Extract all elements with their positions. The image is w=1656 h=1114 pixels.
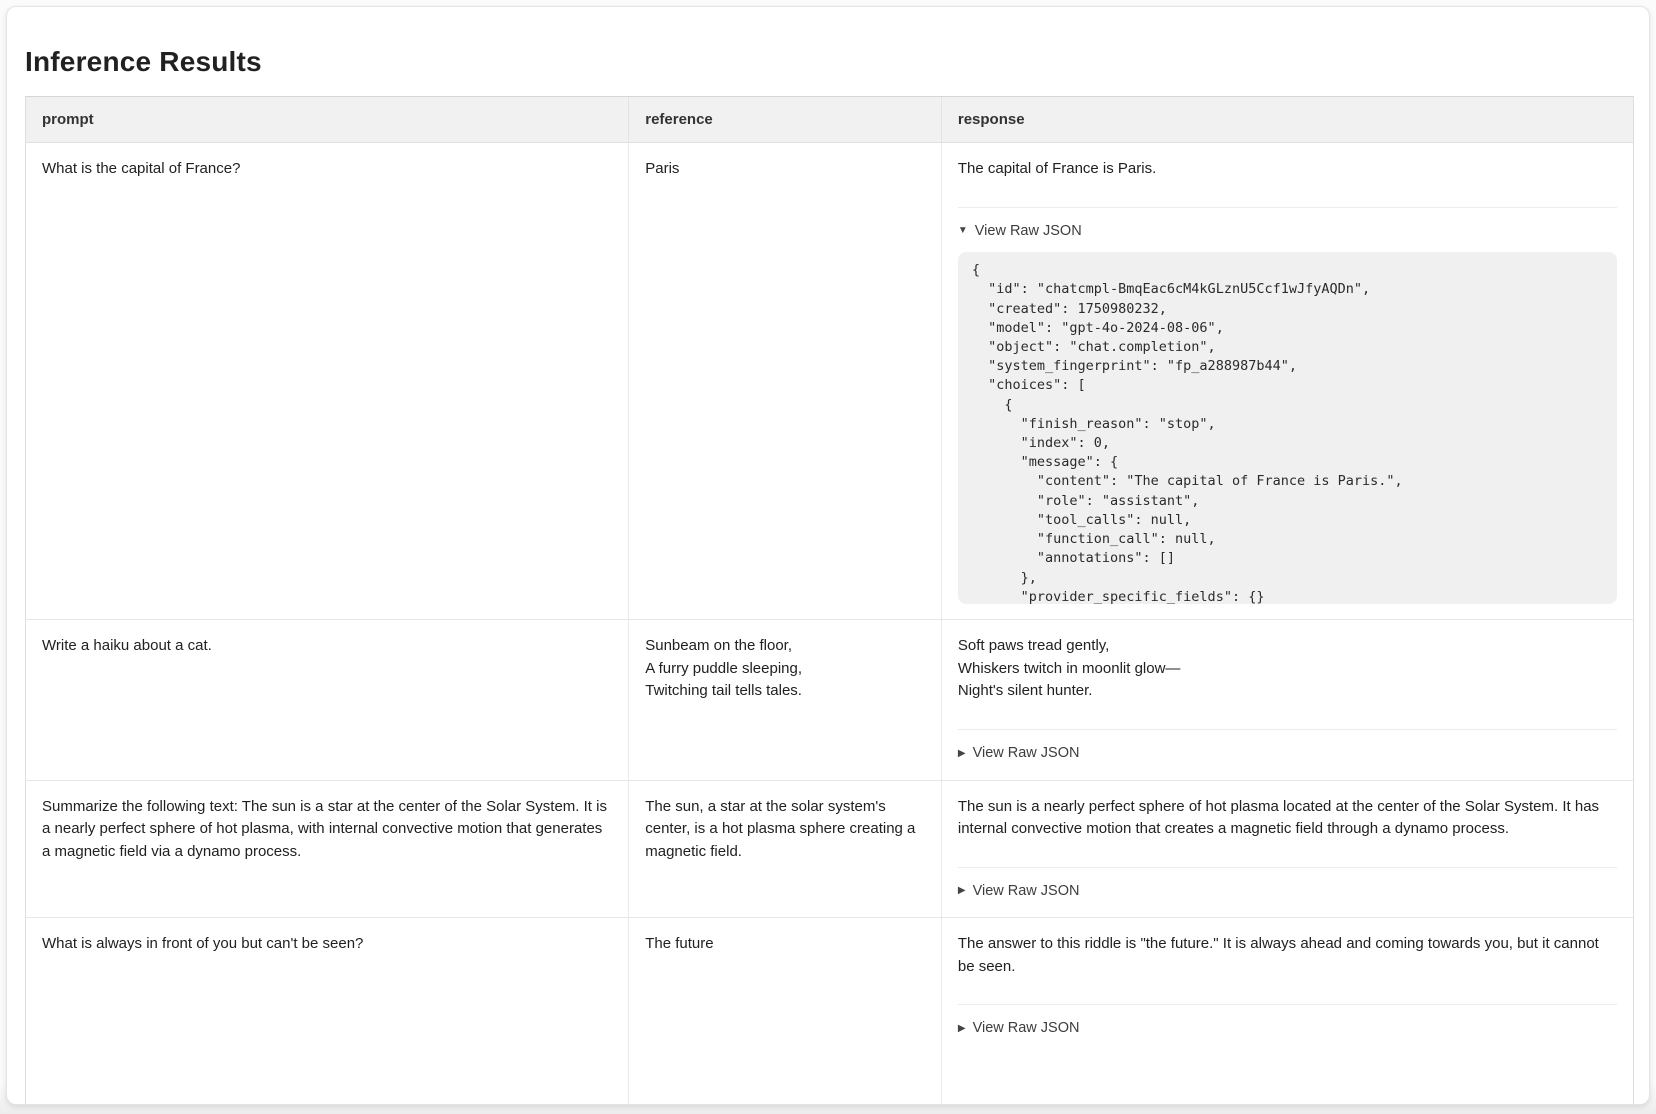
reference-cell: The sun, a star at the solar system's ce… [629,781,942,918]
raw-json-block[interactable]: { "id": "chatcmpl-BmqEac6cM4kGLznU5Ccf1w… [958,252,1617,604]
raw-json-details: View Raw JSON [958,868,1617,903]
prompt-cell: What is always in front of you but can't… [26,918,629,1105]
disclosure-triangle-icon [958,226,968,236]
raw-json-details: View Raw JSON { "id": "chatcmpl-BmqEac6c… [958,208,1617,605]
disclosure-triangle-icon [958,886,966,896]
disclosure-triangle-icon [958,1024,966,1034]
raw-json-details: View Raw JSON [958,1005,1617,1040]
prompt-cell: Write a haiku about a cat. [26,620,629,779]
column-header-prompt: prompt [26,97,629,142]
response-cell: The capital of France is Paris. View Raw… [942,143,1633,619]
raw-json-details: View Raw JSON [958,730,1617,765]
disclosure-triangle-icon [958,749,966,759]
table-header-row: prompt reference response [26,97,1633,143]
response-text: The answer to this riddle is "the future… [958,933,1617,978]
view-raw-json-toggle[interactable]: View Raw JSON [958,1005,1617,1040]
raw-json-section: View Raw JSON [958,841,1617,903]
prompt-cell: Summarize the following text: The sun is… [26,781,629,918]
response-text: The sun is a nearly perfect sphere of ho… [958,796,1617,841]
raw-json-section: View Raw JSON [958,978,1617,1040]
table-row: What is always in front of you but can't… [26,918,1633,1105]
reference-cell: Paris [629,143,942,619]
results-card: Inference Results prompt reference respo… [6,6,1650,1105]
prompt-cell: What is the capital of France? [26,143,629,619]
view-raw-json-label: View Raw JSON [973,881,1080,903]
response-cell: The sun is a nearly perfect sphere of ho… [942,781,1633,918]
table-row: What is the capital of France? Paris The… [26,143,1633,620]
view-raw-json-toggle[interactable]: View Raw JSON [958,730,1617,765]
table-row: Write a haiku about a cat. Sunbeam on th… [26,620,1633,780]
reference-cell: Sunbeam on the floor, A furry puddle sle… [629,620,942,779]
view-raw-json-toggle[interactable]: View Raw JSON [958,208,1617,243]
response-cell: The answer to this riddle is "the future… [942,918,1633,1105]
column-header-response: response [942,97,1633,142]
table-row: Summarize the following text: The sun is… [26,781,1633,919]
view-raw-json-label: View Raw JSON [973,1018,1080,1040]
response-text: Soft paws tread gently, Whiskers twitch … [958,635,1617,703]
response-text: The capital of France is Paris. [958,158,1617,181]
reference-cell: The future [629,918,942,1105]
page-title: Inference Results [25,46,1631,78]
column-header-reference: reference [629,97,942,142]
inference-results-table: prompt reference response What is the ca… [25,96,1634,1105]
raw-json-section: View Raw JSON [958,703,1617,765]
view-raw-json-toggle[interactable]: View Raw JSON [958,868,1617,903]
response-cell: Soft paws tread gently, Whiskers twitch … [942,620,1633,779]
view-raw-json-label: View Raw JSON [975,221,1082,243]
raw-json-section: View Raw JSON { "id": "chatcmpl-BmqEac6c… [958,181,1617,605]
view-raw-json-label: View Raw JSON [973,743,1080,765]
